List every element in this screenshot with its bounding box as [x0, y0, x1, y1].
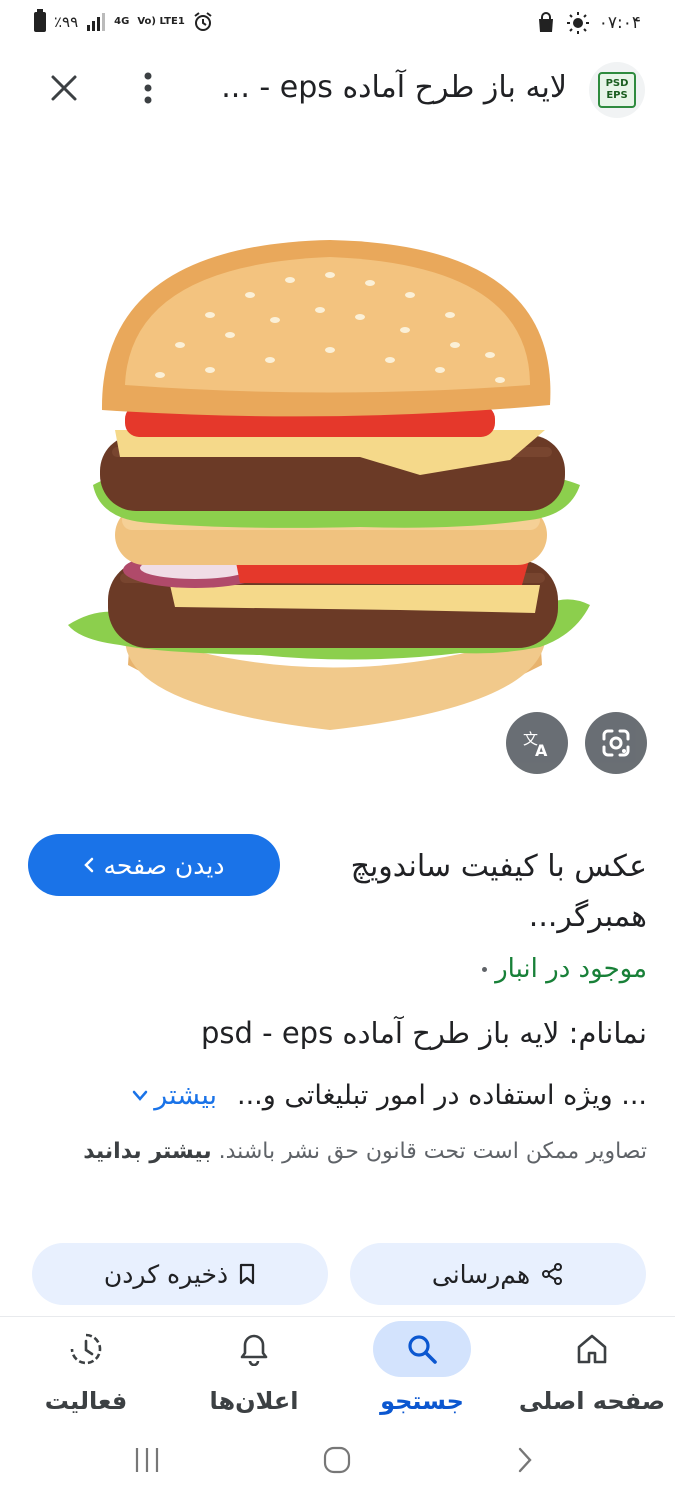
visit-page-label: دیدن صفحه [103, 850, 225, 880]
status-bar: ٪۹۹ 4G Vo) LTE1 ۰۷:۰۴ [0, 0, 675, 48]
brand-line: نمانام: لایه باز طرح آماده psd - eps [201, 1016, 647, 1050]
back-button[interactable] [500, 1440, 550, 1480]
more-label: بیشتر [154, 1080, 218, 1111]
status-left: ٪۹۹ 4G Vo) LTE1 [34, 9, 213, 32]
system-navigation [0, 1430, 675, 1490]
site-logo[interactable]: PSD EPS [589, 62, 645, 118]
volte-indicator: Vo) LTE1 [137, 16, 185, 27]
visit-page-button[interactable]: دیدن صفحه [28, 834, 280, 896]
recents-icon [135, 1448, 159, 1472]
nav-home-icon-wrap [543, 1321, 641, 1377]
dot-separator [482, 966, 488, 972]
home-icon [577, 1334, 607, 1364]
nav-activity-icon-wrap [37, 1321, 135, 1377]
chevron-right-icon [518, 1447, 532, 1473]
nav-search-label: جستجو [380, 1387, 464, 1415]
battery-icon [34, 9, 46, 32]
logo-text-top: PSD [605, 78, 629, 89]
copyright-notice: تصاویر ممکن است تحت قانون حق نشر باشند. … [27, 1132, 647, 1172]
more-vert-icon [144, 72, 152, 104]
psd-eps-logo-icon: PSD EPS [598, 72, 636, 108]
recent-apps-button[interactable] [122, 1440, 172, 1480]
lens-search-button[interactable] [585, 712, 647, 774]
bottom-navigation: فعالیت اعلان‌ها جستجو صفحه اصلی [0, 1316, 675, 1428]
brightness-icon [566, 12, 589, 34]
search-icon [408, 1335, 437, 1364]
close-button[interactable] [42, 66, 86, 110]
image-preview[interactable]: 文 A [0, 140, 675, 800]
result-title[interactable]: عکس با کیفیت ساندویچ همبرگر... [317, 842, 647, 942]
signal-icon [87, 13, 106, 31]
svg-text:A: A [535, 741, 548, 758]
close-icon [51, 75, 77, 101]
battery-level: ٪۹۹ [54, 13, 79, 31]
bookmark-icon [239, 1263, 255, 1285]
home-system-button[interactable] [312, 1440, 362, 1480]
logo-text-bottom: EPS [606, 90, 628, 101]
nav-search-icon-wrap [373, 1321, 471, 1377]
share-label: هم‌رسانی [431, 1259, 531, 1289]
more-options-button[interactable] [126, 66, 170, 110]
nav-activity[interactable]: فعالیت [36, 1317, 136, 1429]
shopping-bag-icon [538, 12, 553, 32]
translate-button[interactable]: 文 A [506, 712, 568, 774]
stock-label: موجود در انبار [495, 954, 647, 984]
nav-notifications-label: اعلان‌ها [209, 1387, 299, 1415]
activity-icon [70, 1333, 102, 1365]
nav-search[interactable]: جستجو [372, 1317, 472, 1429]
chevron-down-icon [132, 1090, 148, 1101]
copyright-text: تصاویر ممکن است تحت قانون حق نشر باشند. [218, 1139, 647, 1164]
share-button[interactable]: هم‌رسانی [350, 1243, 646, 1305]
save-button[interactable]: ذخیره کردن [32, 1243, 328, 1305]
status-right: ۰۷:۰۴ [535, 12, 641, 34]
stock-status: موجود در انبار [482, 954, 647, 984]
description-line: ... ویژه استفاده در امور تبلیغاتی و... ب… [27, 1080, 647, 1111]
share-icon [542, 1263, 563, 1285]
nav-notifications[interactable]: اعلان‌ها [204, 1317, 304, 1429]
learn-more-link[interactable]: بیشتر بدانید [83, 1139, 211, 1164]
bell-icon [240, 1334, 268, 1366]
alarm-icon [194, 12, 212, 31]
page-title[interactable]: لایه باز طرح آماده eps - ... [221, 70, 567, 105]
description-text: ... ویژه استفاده در امور تبلیغاتی و... [237, 1080, 647, 1111]
save-label: ذخیره کردن [103, 1259, 229, 1289]
home-circle-icon [323, 1446, 351, 1474]
chevron-left-icon [83, 857, 93, 873]
burger-image [68, 240, 590, 730]
nav-notifications-icon-wrap [205, 1321, 303, 1377]
translate-icon: 文 A [523, 730, 548, 758]
header: لایه باز طرح آماده eps - ... PSD EPS [0, 56, 675, 126]
nav-home[interactable]: صفحه اصلی [518, 1317, 666, 1429]
clock: ۰۷:۰۴ [598, 13, 641, 33]
lens-icon [602, 729, 630, 757]
network-type: 4G [114, 16, 130, 27]
nav-activity-label: فعالیت [44, 1387, 128, 1415]
nav-home-label: صفحه اصلی [518, 1387, 666, 1415]
more-link[interactable]: بیشتر [132, 1080, 217, 1111]
